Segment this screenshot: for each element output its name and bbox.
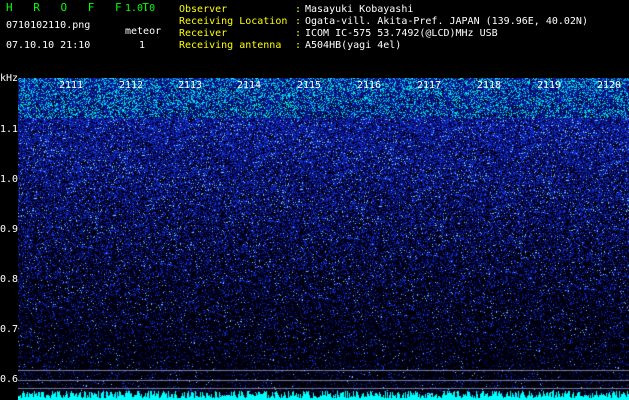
antenna-label: Receiving antenna (179, 40, 282, 51)
time-label-2115: 2115 (297, 80, 322, 91)
time-label-2120: 2120 (597, 80, 622, 91)
antenna-colon: : (295, 40, 302, 51)
observer-value: Masayuki Kobayashi (305, 4, 414, 15)
location-label: Receiving Location (179, 16, 288, 27)
time-label-2116: 2116 (357, 80, 382, 91)
header-panel: H R O F F T 1.0.0 0710102110.png meteor … (0, 0, 629, 76)
meteor-count: 1 (139, 40, 146, 51)
time-label-2119: 2119 (537, 80, 562, 91)
observer-colon: : (295, 4, 302, 15)
ytick-1-1: 1.1 (0, 124, 19, 135)
location-value: Ogata-vill. Akita-Pref. JAPAN (139.96E, … (305, 16, 588, 27)
app-version: 1.0.0 (125, 3, 156, 14)
location-colon: : (295, 16, 302, 27)
observer-label: Observer (179, 4, 228, 15)
time-label-2111: 2111 (59, 80, 84, 91)
receiver-colon: : (295, 28, 302, 39)
datetime: 07.10.10 21:10 (6, 40, 91, 51)
antenna-value: A504HB(yagi 4el) (305, 40, 402, 51)
meteor-label: meteor (125, 26, 162, 37)
time-label-2114: 2114 (237, 80, 262, 91)
ytick-0-7: 0.7 (0, 324, 19, 335)
ytick-0-6: 0.6 (0, 374, 19, 385)
receiver-label: Receiver (179, 28, 228, 39)
ytick-1-0: 1.0 (0, 174, 19, 185)
spectrogram (18, 78, 629, 400)
ytick-0-8: 0.8 (0, 274, 19, 285)
ytick-0-9: 0.9 (0, 224, 19, 235)
time-label-2118: 2118 (477, 80, 502, 91)
time-label-2112: 2112 (119, 80, 144, 91)
filename: 0710102110.png (6, 20, 91, 31)
receiver-value: ICOM IC-575 53.7492(@LCD)MHz USB (305, 28, 498, 39)
time-label-2113: 2113 (178, 80, 203, 91)
time-label-2117: 2117 (417, 80, 442, 91)
yaxis-unit: kHz (0, 73, 19, 84)
